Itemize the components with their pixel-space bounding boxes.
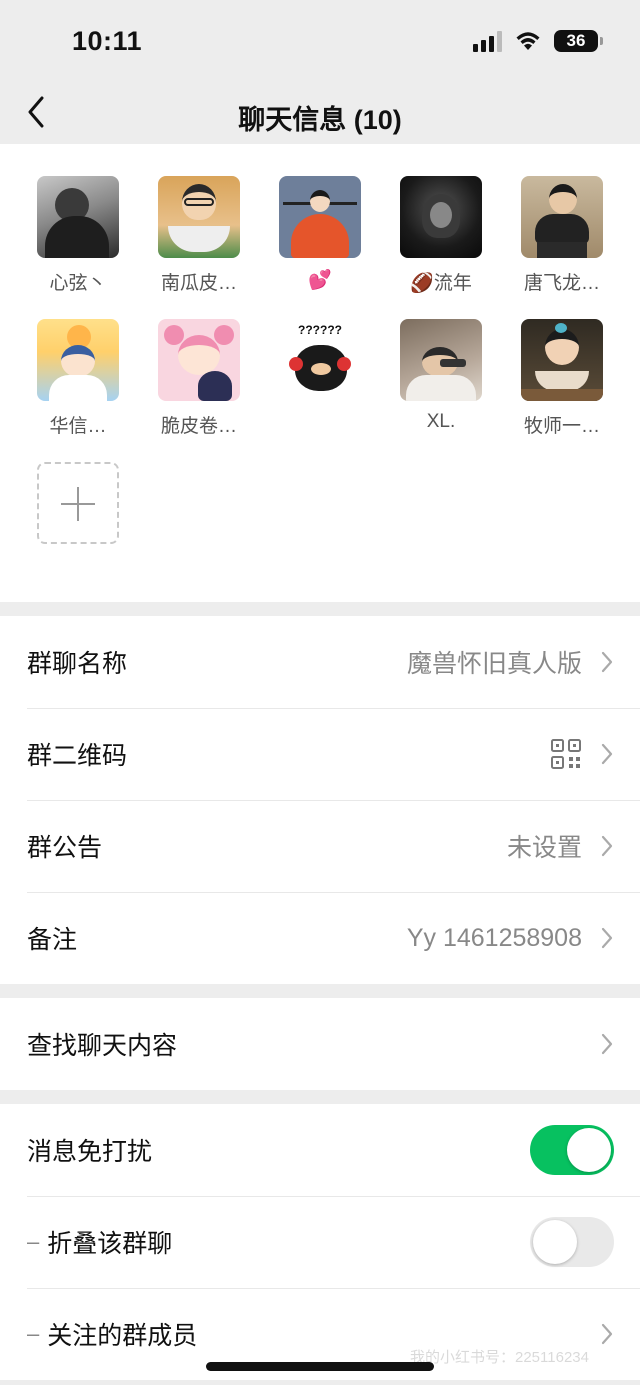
member-tile[interactable]: 唐飞龙… <box>507 176 617 295</box>
row-label: 群二维码 <box>27 742 128 770</box>
group-settings: 群聊名称 魔兽怀旧真人版 群二维码 群公告 未设置 备注 Yy 14612589… <box>0 616 640 984</box>
member-avatar <box>37 176 119 258</box>
group-qr-code-row[interactable]: 群二维码 <box>0 708 640 800</box>
member-tile[interactable]: 💕 <box>265 176 375 292</box>
member-name: 💕 <box>308 270 332 291</box>
status-bar: 10:11 36 <box>0 0 640 84</box>
sticker-text: ?????? <box>298 323 342 337</box>
remark-row[interactable]: 备注 Yy 1461258908 <box>0 892 640 984</box>
member-name: 脆皮卷… <box>160 416 237 437</box>
member-avatar <box>400 319 482 401</box>
row-label: 折叠该群聊 <box>47 1230 173 1258</box>
chevron-right-icon <box>601 1033 613 1055</box>
watermark: 我的小红书号：225116234 <box>410 1349 589 1366</box>
member-tile[interactable]: ?????? <box>265 319 375 411</box>
chevron-right-icon <box>601 743 613 765</box>
row-label: 群公告 <box>27 834 103 862</box>
qr-code-icon <box>551 739 581 769</box>
member-tile[interactable]: 脆皮卷… <box>144 319 254 438</box>
row-label: 查找聊天内容 <box>27 1032 178 1060</box>
remark-value: Yy 1461258908 <box>406 923 582 952</box>
notification-settings: 消息免打扰 – 折叠该群聊 – 关注的群成员 <box>0 1104 640 1380</box>
member-tile[interactable]: 牧师一… <box>507 319 617 438</box>
member-tile[interactable]: 心弦丶 <box>23 176 133 295</box>
wifi-icon <box>514 30 542 52</box>
member-grid: 心弦丶 南瓜皮… 💕 🏈流年 唐飞龙… 华信… 脆皮卷… ?????? XL. … <box>0 144 640 602</box>
member-avatar <box>521 176 603 258</box>
member-tile[interactable]: 南瓜皮… <box>144 176 254 295</box>
chevron-right-icon <box>601 1323 613 1345</box>
member-name: 牧师一… <box>523 416 600 437</box>
page-title: 聊天信息 (10) <box>238 105 402 135</box>
status-time: 10:11 <box>72 26 143 56</box>
member-tile[interactable]: XL. <box>386 319 496 433</box>
cellular-signal-icon <box>473 30 502 52</box>
chevron-right-icon <box>601 927 613 949</box>
search-chat-content-row[interactable]: 查找聊天内容 <box>0 998 640 1090</box>
member-tile[interactable]: 华信… <box>23 319 133 438</box>
group-announcement-row[interactable]: 群公告 未设置 <box>0 800 640 892</box>
member-name: 唐飞龙… <box>523 273 600 294</box>
search-settings: 查找聊天内容 <box>0 998 640 1090</box>
row-label: 群聊名称 <box>27 650 128 678</box>
fold-chat-row: – 折叠该群聊 <box>0 1196 640 1288</box>
member-avatar <box>37 319 119 401</box>
member-avatar <box>279 176 361 258</box>
member-name: 心弦丶 <box>49 273 107 294</box>
member-avatar <box>521 319 603 401</box>
member-avatar <box>158 176 240 258</box>
mute-notifications-row: 消息免打扰 <box>0 1104 640 1196</box>
battery-icon: 36 <box>554 30 603 52</box>
add-member-button[interactable] <box>37 462 119 544</box>
member-name: 南瓜皮… <box>160 273 237 294</box>
chevron-right-icon <box>601 651 613 673</box>
group-name-value: 魔兽怀旧真人版 <box>406 650 582 678</box>
member-name: 🏈流年 <box>410 273 472 294</box>
member-name: XL. <box>426 411 456 432</box>
row-label: 备注 <box>27 926 78 954</box>
announcement-value: 未设置 <box>506 834 582 862</box>
member-avatar <box>158 319 240 401</box>
nav-bar: 聊天信息 (10) <box>0 84 640 144</box>
sub-item-dash: – <box>27 1229 40 1254</box>
group-name-row[interactable]: 群聊名称 魔兽怀旧真人版 <box>0 616 640 708</box>
member-avatar <box>400 176 482 258</box>
sub-item-dash: – <box>27 1321 40 1346</box>
member-name: 华信… <box>49 416 107 437</box>
chevron-right-icon <box>601 835 613 857</box>
row-label: 消息免打扰 <box>27 1138 153 1166</box>
fold-chat-toggle[interactable] <box>530 1217 614 1267</box>
home-indicator <box>206 1362 434 1371</box>
member-tile[interactable]: 🏈流年 <box>386 176 496 295</box>
member-avatar: ?????? <box>279 319 361 401</box>
mute-notifications-toggle[interactable] <box>530 1125 614 1175</box>
